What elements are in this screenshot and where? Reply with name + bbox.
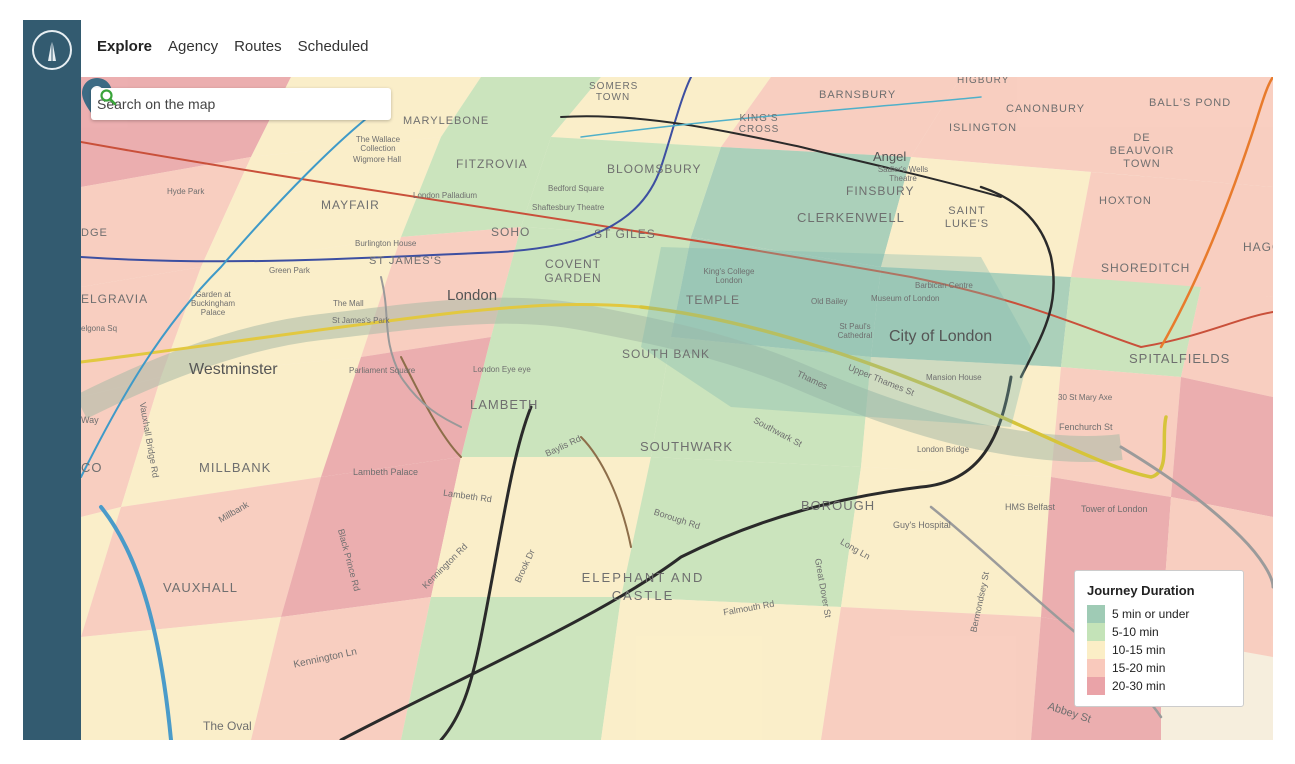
label-vauxhall: VAUXHALL [163,580,238,595]
label-elephant-castle: ELEPHANT AND CASTLE [581,570,705,603]
label-barnsbury: BARNSBURY [819,89,897,101]
label-haggerston: HAGGE [1243,240,1273,254]
label-westminster: Westminster [189,361,278,378]
label-spitalfields: SPITALFIELDS [1129,351,1231,366]
legend-item: 5-10 min [1087,623,1159,641]
label-shaftesbury: Shaftesbury Theatre [532,203,605,212]
label-kings-college: King's College London [703,267,755,285]
label-garden-palace: Garden at Buckingham Palace [190,290,236,317]
label-sadlers-wells: Sadler's Wells Theatre [877,165,929,183]
label-belgravia: ELGRAVIA [81,292,149,306]
nav-menu: Explore Agency Routes Scheduled [97,38,369,55]
journey-duration-legend: Journey Duration 5 min or under 5-10 min… [1074,570,1244,707]
map-search-box[interactable] [91,88,391,120]
label-the-mall: The Mall [333,299,364,308]
label-wigmore: Wigmore Hall [353,155,402,164]
label-covent-garden: COVENT GARDEN [544,257,602,285]
label-elgona: elgona Sq [81,324,118,333]
label-the-oval: The Oval [203,719,252,733]
label-city-of-london: City of London [889,328,993,345]
label-london-palladium: London Palladium [413,191,478,200]
legend-item: 15-20 min [1087,659,1165,677]
label-barbican: Barbican Centre [915,281,973,290]
label-highbury: HIGBURY [957,77,1010,86]
label-finsbury: FINSBURY [846,184,915,198]
label-edge: DGE [81,227,108,239]
label-somers-town: SOMERS TOWN [589,81,639,103]
label-tower-of-london: Tower of London [1081,504,1148,514]
nav-item-routes[interactable]: Routes [234,38,282,55]
journey-duration-map[interactable]: MARYLEBONE FITZROVIA BLOOMSBURY BARNSBUR… [81,77,1273,740]
legend-swatch [1087,677,1105,695]
legend-label: 20-30 min [1112,679,1166,693]
sidebar [23,20,81,740]
label-canonbury: CANONBURY [1006,103,1086,115]
label-parliament-square: Parliament Square [349,366,416,375]
label-co: CO [81,460,103,475]
label-shoreditch: SHOREDITCH [1101,261,1191,275]
label-hoxton: HOXTON [1099,195,1152,207]
legend-label: 5-10 min [1112,625,1159,639]
label-way: Way [81,415,99,425]
label-london-eye: London Eye eye [473,365,531,374]
label-old-bailey: Old Bailey [811,297,848,306]
label-mansion-house: Mansion House [926,373,982,382]
label-angel: Angel [873,149,907,164]
label-hyde-park: Hyde Park [167,187,205,196]
label-fitzrovia: FITZROVIA [456,157,528,171]
label-lambeth: LAMBETH [470,397,539,412]
app-logo[interactable] [32,30,72,70]
nav-item-agency[interactable]: Agency [168,38,218,55]
label-st-mary-axe: 30 St Mary Axe [1058,393,1113,402]
label-st-james-park: St James's Park [332,316,390,325]
app-window: Explore Agency Routes Scheduled MARYLEBO… [23,20,1273,740]
logo-icon [48,39,56,61]
legend-swatch [1087,623,1105,641]
label-bedford-sq: Bedford Square [548,184,605,193]
label-south-bank: SOUTH BANK [622,347,711,361]
label-clerkenwell: CLERKENWELL [797,210,905,225]
map-search-input[interactable] [95,95,359,113]
label-kings-cross: KING'S CROSS [738,113,780,135]
legend-label: 5 min or under [1112,607,1190,621]
label-guys-hospital: Guy's Hospital [893,520,951,530]
label-green-park: Green Park [269,266,310,275]
label-st-lukes: SAINT LUKE'S [944,205,990,230]
legend-swatch [1087,659,1105,677]
legend-swatch [1087,641,1105,659]
label-london-bridge: London Bridge [917,445,970,454]
nav-item-explore[interactable]: Explore [97,38,152,55]
legend-item: 5 min or under [1087,605,1189,623]
label-museum-of-london: Museum of London [871,294,940,303]
search-icon [100,89,117,106]
label-borough: BOROUGH [801,498,876,513]
label-burlington: Burlington House [355,239,417,248]
top-navigation-bar: Explore Agency Routes Scheduled [81,20,1273,78]
label-balls-pond: BALL'S POND [1149,97,1232,109]
label-temple: TEMPLE [686,293,741,307]
legend-title: Journey Duration [1087,583,1195,598]
label-southwark: SOUTHWARK [640,439,734,454]
label-london: London [447,287,498,304]
label-hms-belfast: HMS Belfast [1005,502,1056,512]
label-millbank: MILLBANK [199,460,272,475]
legend-swatch [1087,605,1105,623]
legend-label: 10-15 min [1112,643,1166,657]
label-de-beauvoir: DE BEAUVOIR TOWN [1109,132,1175,170]
label-marylebone: MARYLEBONE [403,115,490,127]
legend-item: 20-30 min [1087,677,1165,695]
label-st-pauls: St Paul's Cathedral [837,322,873,340]
nav-item-scheduled[interactable]: Scheduled [298,38,369,55]
label-lambeth-palace: Lambeth Palace [353,467,419,477]
label-st-james: ST JAMES'S [369,255,443,267]
legend-item: 10-15 min [1087,641,1165,659]
label-wallace: The Wallace Collection [355,135,401,153]
label-soho: SOHO [491,225,531,239]
label-fenchurch: Fenchurch St [1059,422,1113,432]
label-st-giles: ST GILES [594,227,656,241]
legend-label: 15-20 min [1112,661,1166,675]
label-mayfair: MAYFAIR [321,198,380,212]
label-islington: ISLINGTON [949,122,1018,134]
label-bloomsbury: BLOOMSBURY [607,162,702,176]
